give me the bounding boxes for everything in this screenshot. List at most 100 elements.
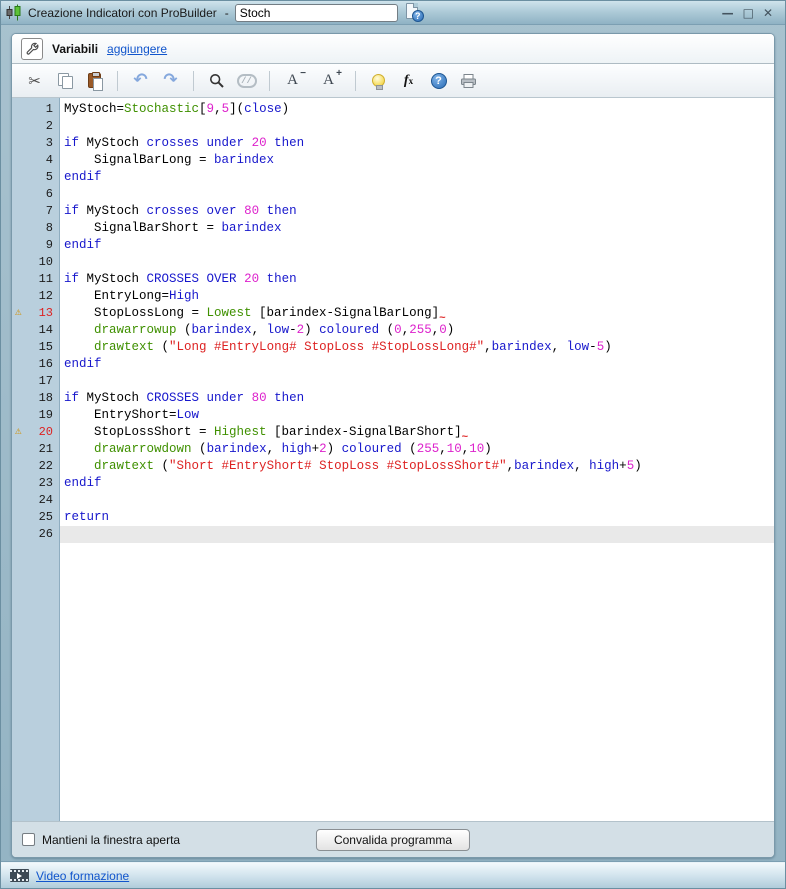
line-number: 8: [12, 220, 59, 237]
line-number: 3: [12, 135, 59, 152]
line-number: 23: [12, 475, 59, 492]
wrench-icon: [25, 42, 39, 56]
redo-icon: ↷: [163, 72, 177, 89]
warning-icon: ⚠: [15, 306, 22, 321]
line-number: 19: [12, 407, 59, 424]
code-line[interactable]: EntryShort=Low: [60, 407, 774, 424]
bottom-bar: Mantieni la finestra aperta Convalida pr…: [12, 821, 774, 857]
fx-icon: fx: [404, 73, 413, 89]
variables-label: Variabili: [52, 42, 98, 56]
code-line[interactable]: SignalBarLong = barindex: [60, 152, 774, 169]
video-training-link[interactable]: Video formazione: [36, 869, 129, 883]
titlebar: Creazione Indicatori con ProBuilder - ? …: [1, 1, 785, 25]
code-line[interactable]: return: [60, 509, 774, 526]
code-line[interactable]: endif: [60, 169, 774, 186]
code-lines[interactable]: MyStoch=Stochastic[9,5](close) if MyStoch…: [60, 98, 774, 821]
cut-icon: ✂: [28, 72, 41, 90]
undo-icon: ↶: [133, 72, 147, 89]
line-number: 11: [12, 271, 59, 288]
toolbar: ✂ ↶ ↷ // A− A+: [12, 64, 774, 98]
code-line[interactable]: [60, 526, 774, 543]
gutter: 123456789101112⚠13141516171819⚠202122232…: [12, 98, 60, 821]
code-line[interactable]: endif: [60, 237, 774, 254]
question-icon: ?: [431, 73, 447, 89]
code-line[interactable]: StopLossShort = Highest [barindex-Signal…: [60, 424, 774, 441]
line-number: 18: [12, 390, 59, 407]
search-button[interactable]: [204, 68, 229, 93]
font-increase-icon: A+: [323, 72, 334, 89]
code-line[interactable]: drawarrowup (barindex, low-2) coloured (…: [60, 322, 774, 339]
keep-open-checkbox[interactable]: [22, 833, 35, 846]
probuilder-window: Creazione Indicatori con ProBuilder - ? …: [0, 0, 786, 889]
lightbulb-icon: [372, 74, 385, 87]
line-number: 16: [12, 356, 59, 373]
comment-icon: //: [237, 74, 257, 88]
code-line[interactable]: if MyStoch CROSSES under 80 then: [60, 390, 774, 407]
print-button[interactable]: [456, 68, 481, 93]
variables-button[interactable]: [21, 38, 43, 60]
line-number: 12: [12, 288, 59, 305]
code-line[interactable]: endif: [60, 475, 774, 492]
line-number: 24: [12, 492, 59, 509]
error-squiggle: ~: [439, 311, 446, 328]
line-number: 4: [12, 152, 59, 169]
video-icon: [10, 869, 29, 882]
window-title: Creazione Indicatori con ProBuilder: [28, 6, 217, 20]
code-line[interactable]: SignalBarShort = barindex: [60, 220, 774, 237]
code-line[interactable]: if MyStoch crosses under 20 then: [60, 135, 774, 152]
code-line[interactable]: drawarrowdown (barindex, high+2) coloure…: [60, 441, 774, 458]
code-editor[interactable]: 123456789101112⚠13141516171819⚠202122232…: [12, 98, 774, 821]
line-number: ⚠13: [12, 305, 59, 322]
code-line[interactable]: EntryLong=High: [60, 288, 774, 305]
close-icon[interactable]: ✕: [763, 7, 773, 19]
undo-button[interactable]: ↶: [128, 68, 153, 93]
code-line[interactable]: endif: [60, 356, 774, 373]
code-line[interactable]: if MyStoch CROSSES OVER 20 then: [60, 271, 774, 288]
paste-icon: [88, 73, 101, 88]
copy-button[interactable]: [52, 68, 77, 93]
code-line[interactable]: [60, 373, 774, 390]
line-number: 6: [12, 186, 59, 203]
comment-button[interactable]: //: [234, 68, 259, 93]
line-number: 10: [12, 254, 59, 271]
line-number: 25: [12, 509, 59, 526]
functions-button[interactable]: fx: [396, 68, 421, 93]
hint-button[interactable]: [366, 68, 391, 93]
help-button[interactable]: ?: [426, 68, 451, 93]
variables-bar: Variabili aggiungere: [12, 34, 774, 64]
redo-button[interactable]: ↷: [158, 68, 183, 93]
search-icon: [209, 73, 225, 89]
status-footer: Video formazione: [1, 862, 785, 888]
code-line[interactable]: drawtext ("Short #EntryShort# StopLoss #…: [60, 458, 774, 475]
indicator-name-input[interactable]: [235, 4, 398, 22]
line-number: 9: [12, 237, 59, 254]
font-decrease-button[interactable]: A−: [280, 68, 305, 93]
warning-icon: ⚠: [15, 425, 22, 440]
cut-button[interactable]: ✂: [22, 68, 47, 93]
line-number: 1: [12, 101, 59, 118]
code-line[interactable]: [60, 186, 774, 203]
code-line[interactable]: [60, 254, 774, 271]
code-line[interactable]: if MyStoch crosses over 80 then: [60, 203, 774, 220]
line-number: 2: [12, 118, 59, 135]
font-increase-button[interactable]: A+: [316, 68, 341, 93]
line-number: 17: [12, 373, 59, 390]
add-variable-link[interactable]: aggiungere: [107, 42, 167, 56]
paste-button[interactable]: [82, 68, 107, 93]
help-document-icon[interactable]: ?: [406, 3, 424, 22]
line-number: 26: [12, 526, 59, 543]
line-number: 7: [12, 203, 59, 220]
minimize-icon[interactable]: —: [722, 7, 734, 19]
line-number: 5: [12, 169, 59, 186]
title-separator: -: [225, 6, 229, 20]
code-line[interactable]: drawtext ("Long #EntryLong# StopLoss #St…: [60, 339, 774, 356]
validate-program-button[interactable]: Convalida programma: [316, 829, 470, 851]
line-number: 15: [12, 339, 59, 356]
error-squiggle: ~: [462, 430, 469, 447]
code-line[interactable]: [60, 492, 774, 509]
line-number: 22: [12, 458, 59, 475]
code-line[interactable]: MyStoch=Stochastic[9,5](close): [60, 101, 774, 118]
maximize-icon[interactable]: □: [743, 7, 754, 19]
code-line[interactable]: [60, 118, 774, 135]
code-line[interactable]: StopLossLong = Lowest [barindex-SignalBa…: [60, 305, 774, 322]
